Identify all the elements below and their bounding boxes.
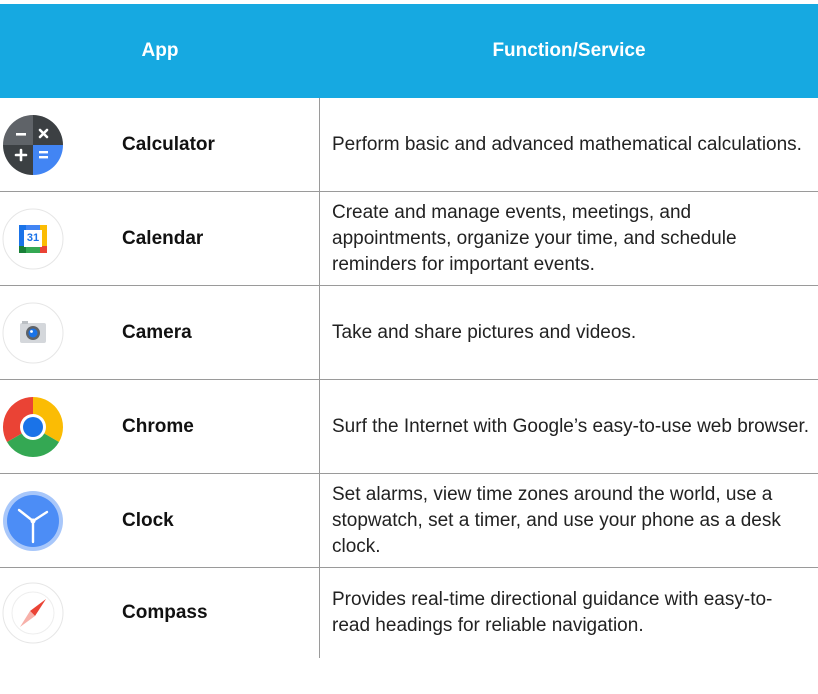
app-cell: 31 Calendar (0, 192, 320, 285)
chrome-icon (2, 396, 64, 458)
camera-icon (2, 302, 64, 364)
app-cell: Clock (0, 474, 320, 567)
table-row: Calculator Perform basic and advanced ma… (0, 98, 818, 192)
app-name: Camera (122, 321, 192, 343)
table-row: 31 Calendar Create and manage events, me… (0, 192, 818, 286)
header-app: App (141, 40, 179, 61)
function-text: Create and manage events, meetings, and … (332, 201, 737, 275)
calendar-icon: 31 (2, 208, 64, 270)
function-text: Perform basic and advanced mathematical … (332, 133, 802, 155)
table-header: App Function/Service (0, 4, 818, 98)
function-cell: Take and share pictures and videos. (320, 286, 818, 379)
calculator-icon (2, 114, 64, 176)
app-cell: Calculator (0, 98, 320, 191)
function-cell: Provides real-time directional guidance … (320, 568, 818, 658)
clock-icon (2, 490, 64, 552)
function-cell: Perform basic and advanced mathematical … (320, 98, 818, 191)
table-row: Chrome Surf the Internet with Google’s e… (0, 380, 818, 474)
function-cell: Set alarms, view time zones around the w… (320, 474, 818, 567)
function-cell: Create and manage events, meetings, and … (320, 192, 818, 285)
app-name: Calendar (122, 227, 204, 249)
app-name: Clock (122, 509, 174, 531)
function-text: Surf the Internet with Google’s easy-to-… (332, 415, 810, 437)
table-row: Clock Set alarms, view time zones around… (0, 474, 818, 568)
function-text: Set alarms, view time zones around the w… (332, 483, 781, 557)
app-cell: Chrome (0, 380, 320, 473)
apps-table: App Function/Service Calculator Perform … (0, 4, 818, 658)
function-cell: Surf the Internet with Google’s easy-to-… (320, 380, 818, 473)
header-function: Function/Service (492, 40, 646, 61)
app-cell: Camera (0, 286, 320, 379)
compass-icon (2, 582, 64, 644)
function-text: Provides real-time directional guidance … (332, 589, 773, 636)
app-name: Calculator (122, 133, 215, 155)
calendar-day: 31 (26, 231, 40, 244)
app-cell: Compass (0, 568, 320, 658)
table-row: Camera Take and share pictures and video… (0, 286, 818, 380)
table-row: Compass Provides real-time directional g… (0, 568, 818, 658)
app-name: Compass (122, 602, 208, 623)
function-text: Take and share pictures and videos. (332, 321, 637, 343)
app-name: Chrome (122, 415, 194, 437)
